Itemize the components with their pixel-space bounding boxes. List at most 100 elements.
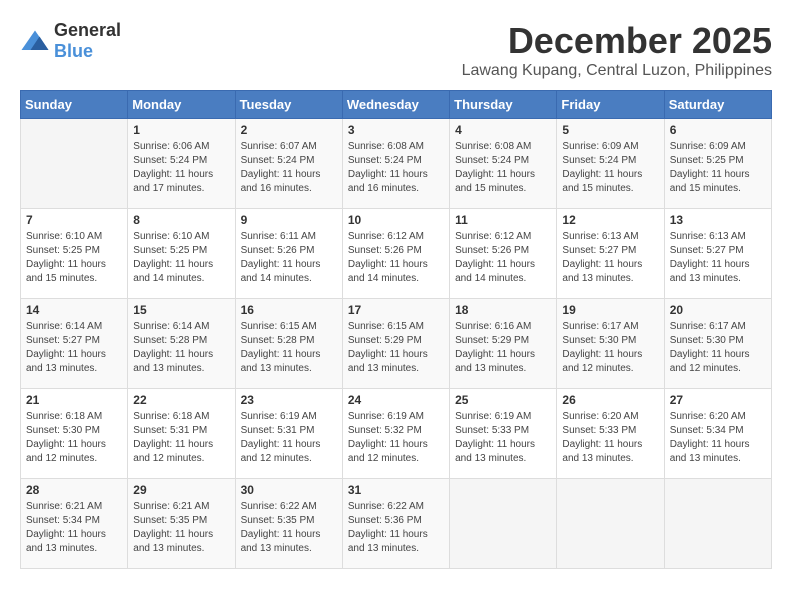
calendar-cell: 30 Sunrise: 6:22 AM Sunset: 5:35 PM Dayli… (235, 479, 342, 569)
day-number: 11 (455, 213, 551, 227)
cell-info: Sunrise: 6:19 AM Sunset: 5:31 PM Dayligh… (241, 410, 337, 466)
day-number: 15 (133, 303, 229, 317)
week-row-3: 21 Sunrise: 6:18 AM Sunset: 5:30 PM Dayli… (21, 389, 772, 479)
day-number: 27 (670, 393, 766, 407)
day-number: 12 (562, 213, 658, 227)
cell-info: Sunrise: 6:17 AM Sunset: 5:30 PM Dayligh… (562, 320, 658, 376)
header: General Blue December 2025 Lawang Kupang… (20, 20, 772, 80)
calendar-cell: 27Sunrise: 6:20 AM Sunset: 5:34 PM Dayli… (664, 389, 771, 479)
week-row-4: 28Sunrise: 6:21 AM Sunset: 5:34 PM Dayli… (21, 479, 772, 569)
day-number: 7 (26, 213, 122, 227)
calendar-cell: 13Sunrise: 6:13 AM Sunset: 5:27 PM Dayli… (664, 209, 771, 299)
calendar-cell: 1 Sunrise: 6:06 AM Sunset: 5:24 PM Daylig… (128, 119, 235, 209)
cell-info: Sunrise: 6:21 AM Sunset: 5:34 PM Dayligh… (26, 500, 122, 556)
cell-info: Sunrise: 6:22 AM Sunset: 5:36 PM Dayligh… (348, 500, 444, 556)
cell-info: Sunrise: 6:06 AM Sunset: 5:24 PM Dayligh… (133, 140, 229, 196)
day-number: 13 (670, 213, 766, 227)
day-number: 25 (455, 393, 551, 407)
calendar-cell: 3 Sunrise: 6:08 AM Sunset: 5:24 PM Daylig… (342, 119, 449, 209)
day-number: 21 (26, 393, 122, 407)
cell-info: Sunrise: 6:16 AM Sunset: 5:29 PM Dayligh… (455, 320, 551, 376)
cell-info: Sunrise: 6:15 AM Sunset: 5:29 PM Dayligh… (348, 320, 444, 376)
day-number: 17 (348, 303, 444, 317)
calendar-cell (450, 479, 557, 569)
calendar-cell (557, 479, 664, 569)
logo-icon (20, 29, 50, 53)
calendar-cell: 6 Sunrise: 6:09 AM Sunset: 5:25 PM Daylig… (664, 119, 771, 209)
calendar-cell (21, 119, 128, 209)
header-cell-thursday: Thursday (450, 91, 557, 119)
calendar-cell: 21 Sunrise: 6:18 AM Sunset: 5:30 PM Dayli… (21, 389, 128, 479)
cell-info: Sunrise: 6:17 AM Sunset: 5:30 PM Dayligh… (670, 320, 766, 376)
cell-info: Sunrise: 6:08 AM Sunset: 5:24 PM Dayligh… (348, 140, 444, 196)
cell-info: Sunrise: 6:13 AM Sunset: 5:27 PM Dayligh… (562, 230, 658, 286)
cell-info: Sunrise: 6:07 AM Sunset: 5:24 PM Dayligh… (241, 140, 337, 196)
calendar-cell: 29 Sunrise: 6:21 AM Sunset: 5:35 PM Dayli… (128, 479, 235, 569)
calendar-cell: 11 Sunrise: 6:12 AM Sunset: 5:26 PM Dayli… (450, 209, 557, 299)
cell-info: Sunrise: 6:22 AM Sunset: 5:35 PM Dayligh… (241, 500, 337, 556)
calendar-cell: 8 Sunrise: 6:10 AM Sunset: 5:25 PM Daylig… (128, 209, 235, 299)
title-area: December 2025 Lawang Kupang, Central Luz… (462, 20, 772, 80)
cell-info: Sunrise: 6:12 AM Sunset: 5:26 PM Dayligh… (348, 230, 444, 286)
day-number: 6 (670, 123, 766, 137)
day-number: 26 (562, 393, 658, 407)
day-number: 19 (562, 303, 658, 317)
day-number: 23 (241, 393, 337, 407)
cell-info: Sunrise: 6:19 AM Sunset: 5:32 PM Dayligh… (348, 410, 444, 466)
header-cell-friday: Friday (557, 91, 664, 119)
calendar-cell: 20 Sunrise: 6:17 AM Sunset: 5:30 PM Dayli… (664, 299, 771, 389)
cell-info: Sunrise: 6:12 AM Sunset: 5:26 PM Dayligh… (455, 230, 551, 286)
cell-info: Sunrise: 6:14 AM Sunset: 5:28 PM Dayligh… (133, 320, 229, 376)
day-number: 4 (455, 123, 551, 137)
cell-info: Sunrise: 6:09 AM Sunset: 5:25 PM Dayligh… (670, 140, 766, 196)
header-cell-sunday: Sunday (21, 91, 128, 119)
header-cell-wednesday: Wednesday (342, 91, 449, 119)
header-cell-tuesday: Tuesday (235, 91, 342, 119)
day-number: 9 (241, 213, 337, 227)
calendar-cell: 18 Sunrise: 6:16 AM Sunset: 5:29 PM Dayli… (450, 299, 557, 389)
day-number: 8 (133, 213, 229, 227)
calendar-cell: 7 Sunrise: 6:10 AM Sunset: 5:25 PM Daylig… (21, 209, 128, 299)
cell-info: Sunrise: 6:14 AM Sunset: 5:27 PM Dayligh… (26, 320, 122, 376)
day-number: 30 (241, 483, 337, 497)
calendar-cell: 15 Sunrise: 6:14 AM Sunset: 5:28 PM Dayli… (128, 299, 235, 389)
location-title: Lawang Kupang, Central Luzon, Philippine… (462, 62, 772, 80)
cell-info: Sunrise: 6:08 AM Sunset: 5:24 PM Dayligh… (455, 140, 551, 196)
day-number: 29 (133, 483, 229, 497)
calendar-cell: 5 Sunrise: 6:09 AM Sunset: 5:24 PM Daylig… (557, 119, 664, 209)
day-number: 2 (241, 123, 337, 137)
calendar-header: SundayMondayTuesdayWednesdayThursdayFrid… (21, 91, 772, 119)
cell-info: Sunrise: 6:11 AM Sunset: 5:26 PM Dayligh… (241, 230, 337, 286)
week-row-2: 14Sunrise: 6:14 AM Sunset: 5:27 PM Dayli… (21, 299, 772, 389)
calendar-cell (664, 479, 771, 569)
cell-info: Sunrise: 6:09 AM Sunset: 5:24 PM Dayligh… (562, 140, 658, 196)
cell-info: Sunrise: 6:10 AM Sunset: 5:25 PM Dayligh… (133, 230, 229, 286)
day-number: 24 (348, 393, 444, 407)
header-row: SundayMondayTuesdayWednesdayThursdayFrid… (21, 91, 772, 119)
day-number: 20 (670, 303, 766, 317)
cell-info: Sunrise: 6:18 AM Sunset: 5:31 PM Dayligh… (133, 410, 229, 466)
logo-blue: Blue (54, 41, 93, 61)
month-title: December 2025 (462, 20, 772, 62)
day-number: 5 (562, 123, 658, 137)
calendar-cell: 9 Sunrise: 6:11 AM Sunset: 5:26 PM Daylig… (235, 209, 342, 299)
calendar-cell: 14Sunrise: 6:14 AM Sunset: 5:27 PM Dayli… (21, 299, 128, 389)
day-number: 3 (348, 123, 444, 137)
calendar-cell: 2 Sunrise: 6:07 AM Sunset: 5:24 PM Daylig… (235, 119, 342, 209)
cell-info: Sunrise: 6:18 AM Sunset: 5:30 PM Dayligh… (26, 410, 122, 466)
cell-info: Sunrise: 6:21 AM Sunset: 5:35 PM Dayligh… (133, 500, 229, 556)
calendar-cell: 26 Sunrise: 6:20 AM Sunset: 5:33 PM Dayli… (557, 389, 664, 479)
day-number: 10 (348, 213, 444, 227)
calendar-cell: 10 Sunrise: 6:12 AM Sunset: 5:26 PM Dayli… (342, 209, 449, 299)
day-number: 1 (133, 123, 229, 137)
day-number: 16 (241, 303, 337, 317)
day-number: 18 (455, 303, 551, 317)
calendar-cell: 24 Sunrise: 6:19 AM Sunset: 5:32 PM Dayli… (342, 389, 449, 479)
logo: General Blue (20, 20, 121, 62)
cell-info: Sunrise: 6:20 AM Sunset: 5:33 PM Dayligh… (562, 410, 658, 466)
calendar-table: SundayMondayTuesdayWednesdayThursdayFrid… (20, 90, 772, 569)
calendar-cell: 16 Sunrise: 6:15 AM Sunset: 5:28 PM Dayli… (235, 299, 342, 389)
calendar-body: 1 Sunrise: 6:06 AM Sunset: 5:24 PM Daylig… (21, 119, 772, 569)
cell-info: Sunrise: 6:15 AM Sunset: 5:28 PM Dayligh… (241, 320, 337, 376)
cell-info: Sunrise: 6:10 AM Sunset: 5:25 PM Dayligh… (26, 230, 122, 286)
